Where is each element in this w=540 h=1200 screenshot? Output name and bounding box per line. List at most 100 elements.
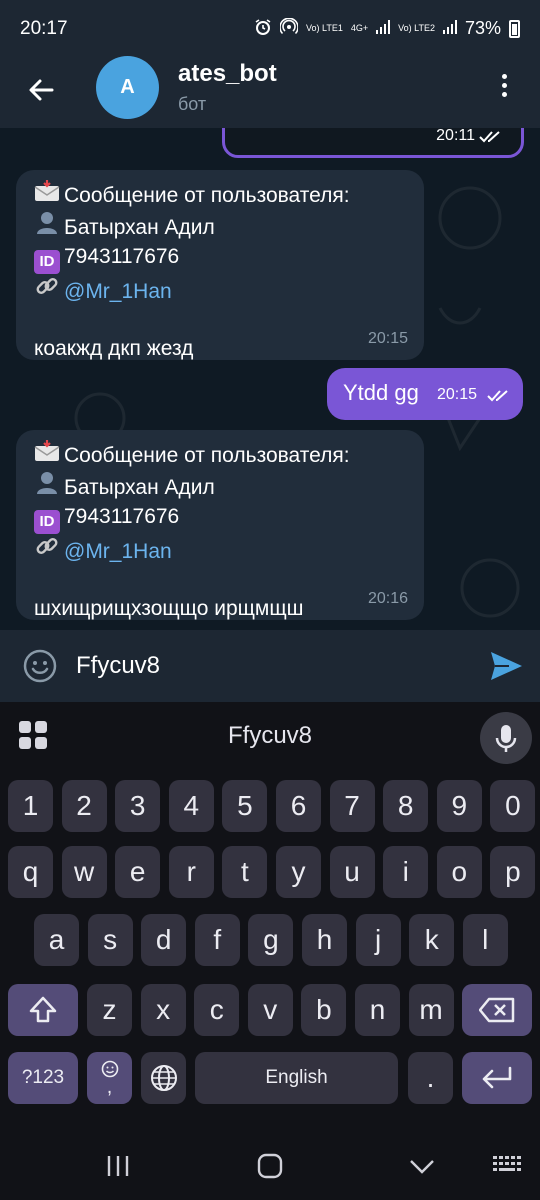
chat-header: A ates_bot бот (0, 56, 540, 128)
key-b[interactable]: b (301, 984, 347, 1036)
battery-percent: 73% (464, 18, 501, 38)
key-x[interactable]: x (140, 984, 186, 1036)
home-button[interactable] (256, 1152, 284, 1185)
chat-subtitle: бот (178, 94, 207, 114)
key-9[interactable]: 9 (436, 780, 482, 832)
sim2-label: Vo) LTE2 (398, 23, 435, 33)
smiley-icon (23, 649, 57, 683)
status-bar: 20:17 Vo) LTE1 4G+ Vo) LTE2 73% (0, 0, 540, 56)
message-bubble-incoming[interactable]: Сообщение от пользователя: Батырхан Адил… (16, 430, 424, 620)
message-text: Ytdd gg (343, 380, 419, 405)
link-icon (32, 274, 62, 306)
language-key[interactable] (141, 1052, 186, 1104)
key-i[interactable]: i (383, 846, 429, 898)
username-link[interactable]: @Mr_1Han (64, 540, 172, 563)
status-icons: Vo) LTE1 4G+ Vo) LTE2 73% (254, 17, 520, 39)
key-7[interactable]: 7 (329, 780, 375, 832)
message-bubble-previous[interactable]: 20:11 (222, 128, 524, 158)
key-v[interactable]: v (247, 984, 293, 1036)
key-m[interactable]: m (408, 984, 454, 1036)
enter-key[interactable] (462, 1052, 532, 1104)
key-k[interactable]: k (409, 914, 455, 966)
username-link[interactable]: @Mr_1Han (64, 280, 172, 303)
key-p[interactable]: p (490, 846, 536, 898)
recent-apps-button[interactable] (104, 1152, 132, 1185)
key-8[interactable]: 8 (383, 780, 429, 832)
chevron-down-icon (410, 1160, 434, 1174)
period-key[interactable]: . (408, 1052, 453, 1104)
shift-key[interactable] (8, 984, 78, 1036)
battery-icon (509, 19, 520, 38)
key-f[interactable]: f (194, 914, 240, 966)
message-bubble-outgoing[interactable]: Ytdd gg 20:15 (327, 368, 523, 420)
message-time: 20:15 (437, 386, 478, 403)
key-6[interactable]: 6 (276, 780, 321, 832)
key-j[interactable]: j (355, 914, 401, 966)
key-n[interactable]: n (355, 984, 400, 1036)
space-key[interactable]: English (195, 1052, 398, 1104)
key-u[interactable]: u (329, 846, 375, 898)
key-o[interactable]: o (436, 846, 482, 898)
voice-input-button[interactable] (480, 712, 532, 764)
message-input[interactable]: Ffycuv8 (76, 652, 160, 680)
sender-name: Батырхан Адил (64, 476, 215, 499)
message-text: коакжд дкп жезд (34, 337, 194, 360)
key-3[interactable]: 3 (115, 780, 161, 832)
system-navigation-bar (0, 1132, 540, 1200)
key-h[interactable]: h (302, 914, 347, 966)
key-s[interactable]: s (87, 914, 133, 966)
sender-line: Батырхан Адил (34, 470, 406, 502)
recent-apps-icon (107, 1156, 129, 1176)
symbols-key[interactable]: ?123 (8, 1052, 78, 1104)
backspace-key[interactable] (462, 984, 532, 1036)
sender-line: Батырхан Адил (34, 210, 406, 242)
microphone-icon (495, 725, 517, 752)
message-bubble-incoming[interactable]: Сообщение от пользователя: Батырхан Адил… (16, 170, 424, 360)
enter-icon (482, 1066, 512, 1089)
link-icon (32, 534, 62, 566)
key-t[interactable]: t (222, 846, 268, 898)
keyboard-switch-button[interactable] (492, 1154, 522, 1183)
emoji-comma-key[interactable]: , (87, 1052, 132, 1104)
key-4[interactable]: 4 (168, 780, 214, 832)
user-icon (32, 470, 62, 502)
key-e[interactable]: e (115, 846, 161, 898)
key-1[interactable]: 1 (8, 780, 53, 832)
send-icon (491, 652, 522, 680)
message-composer: Ffycuv8 (0, 630, 540, 702)
key-0[interactable]: 0 (490, 780, 536, 832)
key-g[interactable]: g (248, 914, 294, 966)
key-l[interactable]: l (462, 914, 508, 966)
key-2[interactable]: 2 (61, 780, 107, 832)
key-z[interactable]: z (87, 984, 132, 1036)
keyboard-suggestion[interactable]: Ffycuv8 (0, 722, 540, 750)
key-c[interactable]: c (194, 984, 240, 1036)
message-time: 20:11 (436, 128, 475, 144)
key-y[interactable]: y (276, 846, 321, 898)
chat-title[interactable]: ates_bot (178, 60, 277, 88)
globe-icon (150, 1065, 177, 1091)
keyboard-icon (493, 1156, 521, 1171)
user-id: 7943117676 (64, 245, 180, 268)
avatar[interactable]: A (96, 56, 159, 119)
message-list[interactable]: 20:11 Сообщение от пользователя: Батырха… (0, 128, 540, 630)
username-line: @Mr_1Han (34, 274, 406, 306)
send-button[interactable] (488, 648, 524, 684)
key-w[interactable]: w (61, 846, 107, 898)
key-r[interactable]: r (168, 846, 214, 898)
emoji-button[interactable] (22, 648, 58, 684)
back-button[interactable] (22, 70, 62, 110)
user-id: 7943117676 (64, 505, 180, 528)
more-options-button[interactable] (492, 70, 516, 104)
key-5[interactable]: 5 (222, 780, 268, 832)
shift-icon (29, 996, 57, 1023)
comma-label: , (106, 1076, 113, 1098)
key-a[interactable]: a (34, 914, 79, 966)
key-d[interactable]: d (141, 914, 187, 966)
message-time: 20:15 (367, 330, 408, 347)
hide-keyboard-button[interactable] (408, 1152, 436, 1185)
network-type: 4G+ (350, 23, 369, 33)
message-text: шхищрищхзощщо ирщмщш (34, 597, 304, 620)
home-icon (257, 1153, 283, 1179)
key-q[interactable]: q (8, 846, 53, 898)
